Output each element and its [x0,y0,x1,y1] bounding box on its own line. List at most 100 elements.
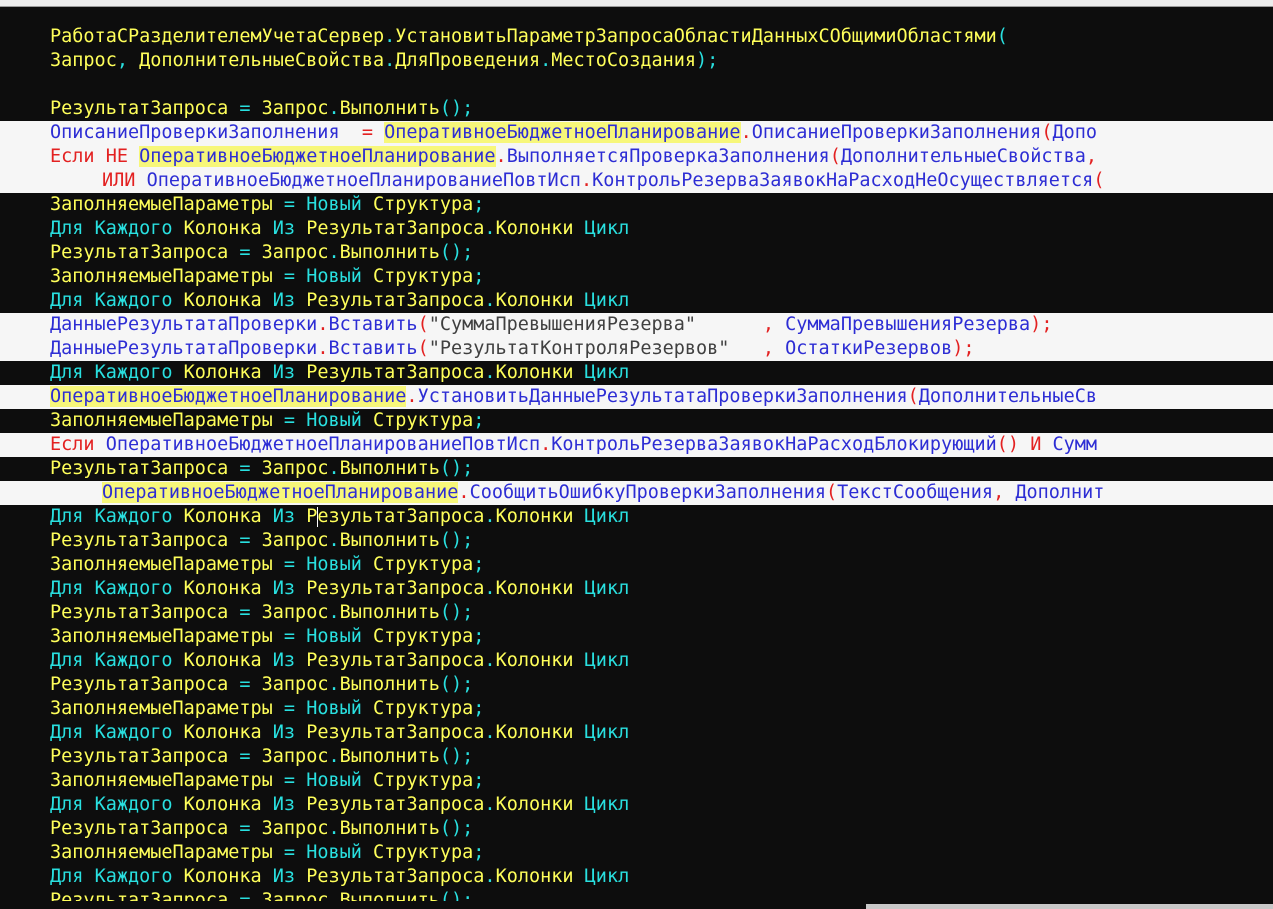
code-token: Из [272,722,296,743]
code-token: НЕ [105,146,128,167]
code-token: ; [462,458,474,479]
code-line[interactable]: ИЛИ ОперативноеБюджетноеПланированиеПовт… [0,169,1273,193]
code-token: ; [462,530,474,551]
code-line[interactable]: Для Каждого Колонка Из РезультатЗапроса.… [0,793,1273,817]
code-token: Для [50,578,84,599]
code-token: Каждого [94,506,173,527]
code-line[interactable]: ЗаполняемыеПараметры = Новый Структура; [0,697,1273,721]
code-token: , [762,314,774,335]
code-token: . [484,578,496,599]
code-token: ЗаполняемыеПараметры [50,554,273,575]
code-token: Цикл [584,218,630,239]
code-token: ) [451,602,463,623]
code-line[interactable]: Запрос, ДополнительныеСвойства.ДляПровед… [0,49,1273,73]
code-token: Из [272,506,296,527]
code-line[interactable]: ОперативноеБюджетноеПланирование.Установ… [0,385,1273,409]
code-token: Выполнить [339,242,440,263]
code-token: ( [439,530,451,551]
code-line[interactable]: ЗаполняемыеПараметры = Новый Структура; [0,553,1273,577]
code-token: = [361,122,374,143]
code-token: РезультатЗапроса [306,650,485,671]
code-token: ( [825,482,838,503]
code-line[interactable]: ЗаполняемыеПараметры = Новый Структура; [0,841,1273,865]
code-token: Каждого [94,866,173,887]
code-line[interactable]: Если НЕ ОперативноеБюджетноеПланирование… [0,145,1273,169]
code-token: Запрос [261,890,329,909]
code-line[interactable]: Для Каждого Колонка Из РезультатЗапроса.… [0,865,1273,889]
code-token: Выполнить [339,602,440,623]
code-token: Запрос [261,602,329,623]
code-line[interactable]: ЗаполняемыеПараметры = Новый Структура; [0,769,1273,793]
code-line[interactable]: Для Каждого Колонка Из РезультатЗапроса.… [0,217,1273,241]
code-token: Выполнить [339,98,440,119]
code-line[interactable]: ОперативноеБюджетноеПланирование.Сообщит… [0,481,1273,505]
code-token: = [239,674,251,695]
code-line[interactable]: ЗаполняемыеПараметры = Новый Структура; [0,265,1273,289]
code-line[interactable]: Для Каждого Колонка Из РезультатЗапроса.… [0,505,1273,529]
code-line[interactable]: РезультатЗапроса = Запрос.Выполнить(); [0,817,1273,841]
code-token: Для [50,866,84,887]
code-token: Выполнить [339,746,440,767]
code-line[interactable]: РезультатЗапроса = Запрос.Выполнить(); [0,601,1273,625]
code-line[interactable]: РезультатЗапроса = Запрос.Выполнить(); [0,457,1273,481]
code-line[interactable]: ОписаниеПроверкиЗаполнения = Оперативное… [0,121,1273,145]
code-line[interactable]: ДанныеРезультатаПроверки.Вставить("Резул… [0,337,1273,361]
code-editor[interactable]: РаботаСРазделителемУчетаСервер.Установит… [0,6,1273,909]
code-line[interactable]: РезультатЗапроса = Запрос.Выполнить(); [0,673,1273,697]
code-token: РезультатЗапроса [50,458,229,479]
code-line[interactable]: Для Каждого Колонка Из РезультатЗапроса.… [0,577,1273,601]
code-token: = [283,626,296,647]
code-token: РезультатЗапроса [50,674,229,695]
code-token: Цикл [584,578,630,599]
code-token: . [484,866,496,887]
code-token: Запрос [261,458,329,479]
code-token: ( [439,602,451,623]
code-token: ( [417,314,429,335]
code-token: СообщитьОшибкуПроверкиЗаполнения [469,482,826,503]
code-line[interactable]: Для Каждого Колонка Из РезультатЗапроса.… [0,289,1273,313]
code-token: РезультатЗапроса [50,890,229,909]
code-line[interactable]: ЗаполняемыеПараметры = Новый Структура; [0,193,1273,217]
code-line[interactable]: РаботаСРазделителемУчетаСервер.Установит… [0,25,1273,49]
code-token: ; [473,266,485,287]
code-token: Каждого [94,362,173,383]
code-line[interactable]: ЗаполняемыеПараметры = Новый Структура; [0,409,1273,433]
code-line[interactable]: РезультатЗапроса = Запрос.Выполнить(); [0,529,1273,553]
code-line[interactable]: Для Каждого Колонка Из РезультатЗапроса.… [0,361,1273,385]
code-token: ; [473,194,485,215]
code-line[interactable]: РезультатЗапроса = Запрос.Выполнить(); [0,241,1273,265]
code-token: . [484,290,496,311]
code-line[interactable]: РезультатЗапроса = Запрос.Выполнить(); [0,745,1273,769]
code-token: ЗаполняемыеПараметры [50,626,273,647]
code-token: . [328,530,340,551]
code-token: ДанныеРезультатаПроверки [50,314,318,335]
code-token: РезультатЗапроса [306,290,485,311]
horizontal-scrollbar[interactable] [866,904,1273,909]
code-line[interactable]: РезультатЗапроса = Запрос.Выполнить(); [0,97,1273,121]
code-token: . [317,338,329,359]
code-line[interactable]: Для Каждого Колонка Из РезультатЗапроса.… [0,649,1273,673]
code-token: ДополнительныеСвойства [840,146,1086,167]
code-line[interactable]: Если ОперативноеБюджетноеПланированиеПов… [0,433,1273,457]
code-token: ) [696,50,708,71]
code-token: Запрос [261,242,329,263]
code-token: . [540,50,552,71]
code-line[interactable]: ДанныеРезультатаПроверки.Вставить("Сумма… [0,313,1273,337]
code-line[interactable]: Для Каждого Колонка Из РезультатЗапроса.… [0,721,1273,745]
code-token: . [384,50,396,71]
code-token: РезультатЗапроса [50,602,229,623]
code-line[interactable]: ЗаполняемыеПараметры = Новый Структура; [0,625,1273,649]
